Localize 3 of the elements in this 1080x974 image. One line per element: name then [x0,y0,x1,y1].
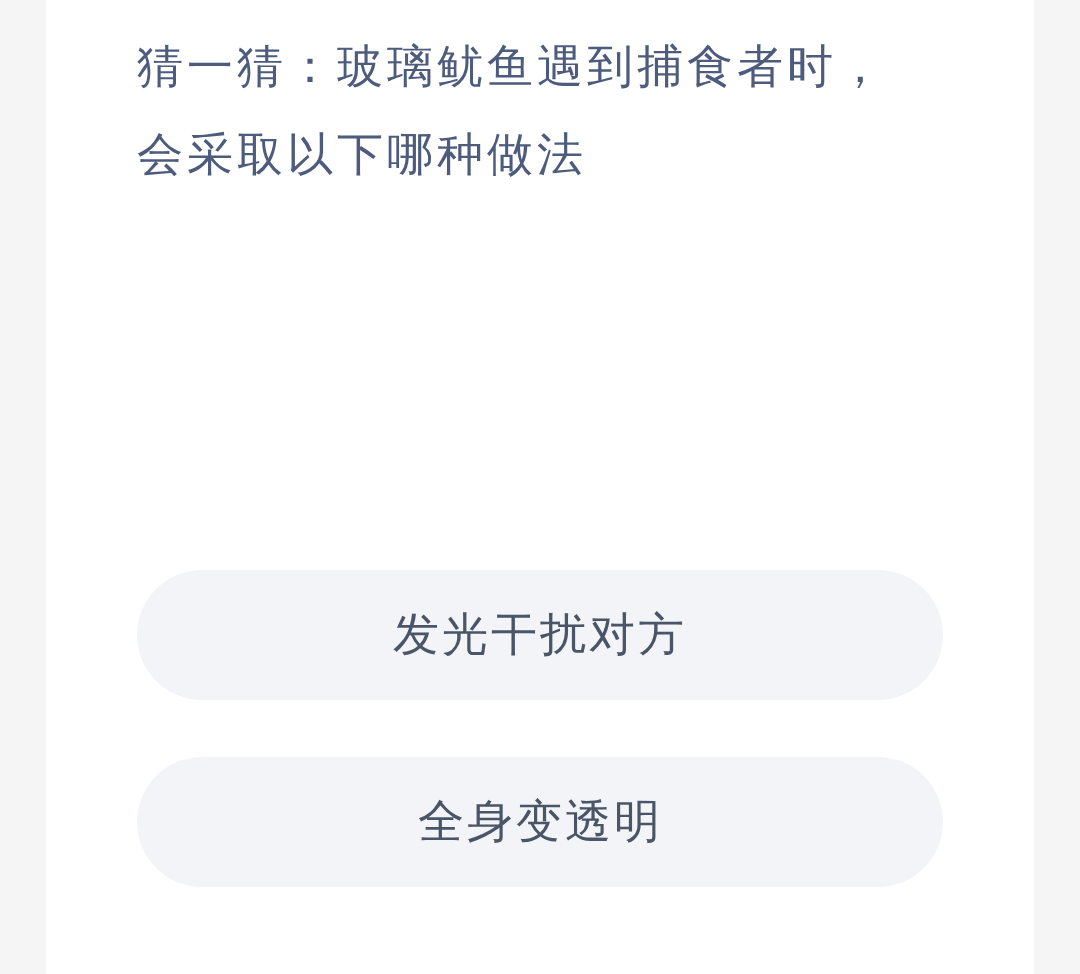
question-text: 猜一猜：玻璃鱿鱼遇到捕食者时，会采取以下哪种做法 [137,38,888,183]
answer-option[interactable]: 发光干扰对方 [137,570,943,700]
answer-option[interactable]: 全身变透明 [137,757,943,887]
